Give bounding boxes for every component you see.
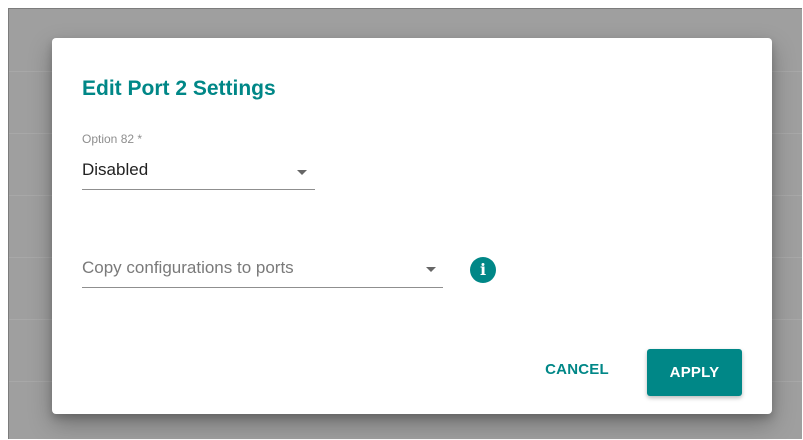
edit-port-dialog: Edit Port 2 Settings Option 82 * Disable… (52, 38, 772, 414)
apply-button[interactable]: APPLY (647, 349, 742, 396)
copy-configurations-placeholder: Copy configurations to ports (82, 258, 294, 277)
info-icon[interactable]: i (470, 257, 496, 283)
caret-down-icon (426, 267, 436, 272)
option82-selected-value: Disabled (82, 160, 149, 179)
cancel-button[interactable]: CANCEL (538, 351, 616, 387)
dialog-title: Edit Port 2 Settings (82, 77, 276, 100)
caret-down-icon (297, 170, 307, 175)
option82-label: Option 82 * (82, 132, 143, 146)
option82-select[interactable]: Disabled (82, 152, 315, 190)
copy-configurations-select[interactable]: Copy configurations to ports (82, 252, 443, 288)
